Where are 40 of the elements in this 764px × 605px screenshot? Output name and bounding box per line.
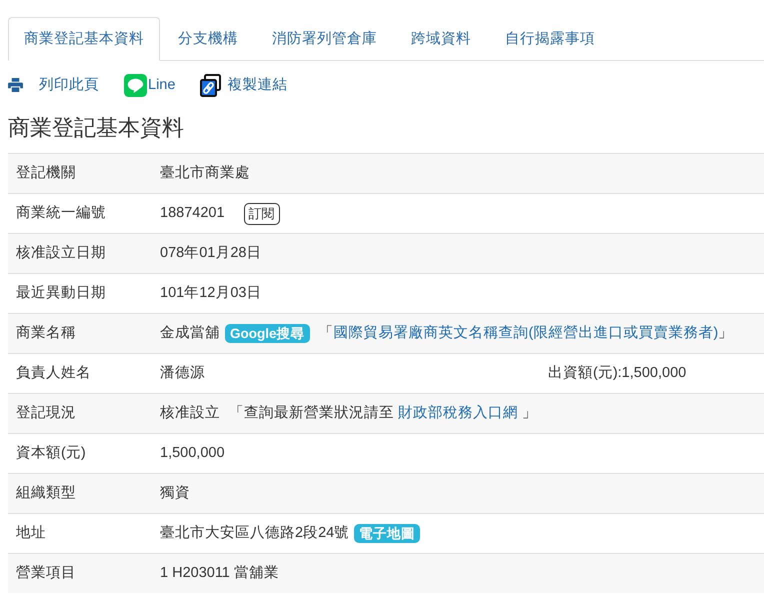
tab[interactable]: 分支機構	[162, 17, 254, 61]
field-value: 「國際貿易署廠商英文名稱查詢(限經營出進口或買賣業務者)」	[318, 324, 734, 343]
tab[interactable]: 自行揭露事項	[489, 17, 611, 61]
field-value: 潘德源	[160, 364, 205, 383]
copy-link-button[interactable]: 複製連結	[200, 74, 288, 96]
field-value: 臺北市商業處	[160, 164, 250, 183]
field-label: 營業項目	[8, 554, 152, 593]
tab[interactable]: 商業登記基本資料	[8, 17, 160, 61]
field-label: 最近異動日期	[8, 274, 152, 314]
field-label: 資本額(元)	[8, 434, 152, 474]
field-label: 組織類型	[8, 474, 152, 514]
share-link[interactable]: Line	[124, 74, 176, 96]
text-link[interactable]: 國際貿易署廠商英文名稱查詢(限經營出進口或買賣業務者)	[334, 325, 718, 341]
field-label: 核准設立日期	[8, 234, 152, 274]
subscribe-button[interactable]: 訂閱	[244, 202, 280, 224]
field-value: 1 H203011 當舖業	[160, 564, 279, 583]
field-value: 「查詢最新營業狀況請至 財政部稅務入口網 」	[229, 404, 538, 423]
field-value: 獨資	[160, 484, 190, 503]
printer-icon	[8, 78, 23, 92]
field-value: 臺北市大安區八德路2段24號	[160, 524, 350, 543]
field-value: 出資額(元):1,500,000	[548, 364, 686, 383]
field-label: 商業名稱	[8, 314, 152, 354]
field-value: 101年12月03日	[160, 284, 262, 303]
field-label: 登記機關	[8, 154, 152, 194]
field-value: 核准設立	[160, 404, 220, 423]
field-label: 負責人姓名	[8, 354, 152, 394]
field-value: 18874201	[160, 204, 225, 223]
field-value: 1,500,000	[160, 444, 225, 463]
field-label: 地址	[8, 514, 152, 554]
field-value: 078年01月28日	[160, 244, 262, 263]
field-value: 金成當舖	[160, 324, 220, 343]
field-label: 商業統一編號	[8, 194, 152, 234]
tab[interactable]: 跨域資料	[395, 17, 487, 61]
chat-bubble-icon	[124, 74, 147, 96]
page-heading: 商業登記基本資料	[8, 114, 184, 142]
field-label: 登記現況	[8, 394, 152, 434]
tab[interactable]: 消防署列管倉庫	[256, 17, 393, 61]
text-link[interactable]: 財政部稅務入口網	[398, 405, 518, 421]
chain-link-icon	[200, 74, 222, 96]
print-link[interactable]: 列印此頁	[8, 75, 99, 95]
